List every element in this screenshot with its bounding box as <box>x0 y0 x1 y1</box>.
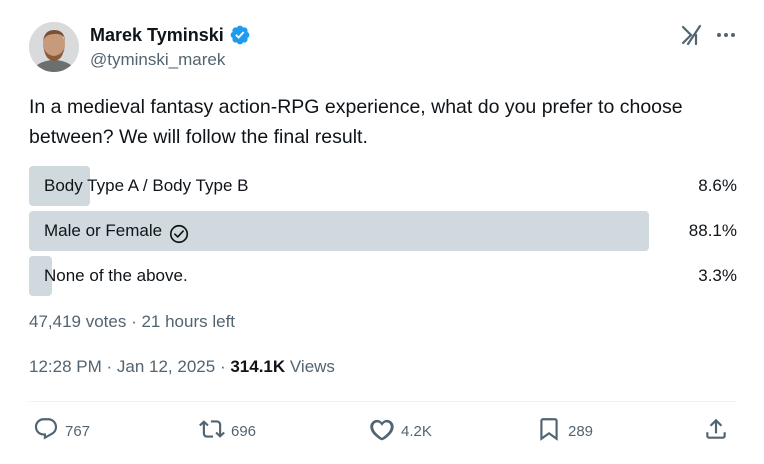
meta-separator: · <box>219 357 231 376</box>
reply-count: 767 <box>65 422 91 440</box>
poll: Body Type A / Body Type B 8.6% Male or F… <box>29 166 737 301</box>
meta-separator: · <box>106 357 117 376</box>
repost-count: 696 <box>231 422 257 440</box>
poll-option-label: Body Type A / Body Type B <box>44 166 248 206</box>
repost-icon <box>199 416 225 446</box>
reply-icon <box>33 416 59 446</box>
verified-badge-icon <box>229 24 251 46</box>
tweet-text: In a medieval fantasy action-RPG experie… <box>29 96 683 148</box>
like-button[interactable]: 4.2K <box>369 416 432 446</box>
poll-option[interactable]: Male or Female 88.1% <box>29 211 737 251</box>
poll-option[interactable]: Body Type A / Body Type B 8.6% <box>29 166 737 206</box>
share-button[interactable] <box>703 416 729 446</box>
divider <box>29 401 737 402</box>
poll-option-percent: 8.6% <box>698 176 737 195</box>
author-name[interactable]: Marek Tyminski <box>90 24 251 46</box>
author-name-text[interactable]: Marek Tyminski <box>90 25 224 46</box>
like-icon <box>369 416 395 446</box>
repost-button[interactable]: 696 <box>199 416 256 446</box>
poll-option-text: Male or Female <box>44 221 163 240</box>
author-handle[interactable]: @tyminski_marek <box>90 50 225 70</box>
reply-button[interactable]: 767 <box>33 416 90 446</box>
views-count: 314.1K <box>230 357 286 376</box>
bookmark-count: 289 <box>568 422 594 440</box>
poll-option[interactable]: None of the above. 3.3% <box>29 256 737 296</box>
avatar[interactable] <box>29 22 79 72</box>
share-icon <box>703 416 729 446</box>
bookmark-button[interactable]: 289 <box>536 416 593 446</box>
poll-option-percent: 88.1% <box>688 221 737 240</box>
bookmark-icon <box>536 416 562 446</box>
poll-option-percent: 3.3% <box>698 266 737 285</box>
like-count: 4.2K <box>401 422 432 440</box>
views-label: Views <box>289 357 335 376</box>
check-circle-icon <box>168 220 190 244</box>
action-bar: 767 696 4.2K 289 <box>29 416 737 446</box>
grok-icon[interactable] <box>679 22 705 48</box>
poll-option-text: Body Type A / Body Type B <box>44 176 249 195</box>
poll-option-text: None of the above. <box>44 266 188 285</box>
poll-option-label: Male or Female <box>44 211 190 251</box>
poll-option-label: None of the above. <box>44 256 188 296</box>
poll-votes-summary: 47,419 votes · 21 hours left <box>29 312 236 331</box>
tweet-time[interactable]: 12:28 PM <box>29 357 102 376</box>
tweet-date[interactable]: Jan 12, 2025 <box>117 357 215 376</box>
more-icon[interactable] <box>713 22 739 48</box>
tweet-meta: 12:28 PM · Jan 12, 2025 · 314.1K Views <box>29 357 335 377</box>
